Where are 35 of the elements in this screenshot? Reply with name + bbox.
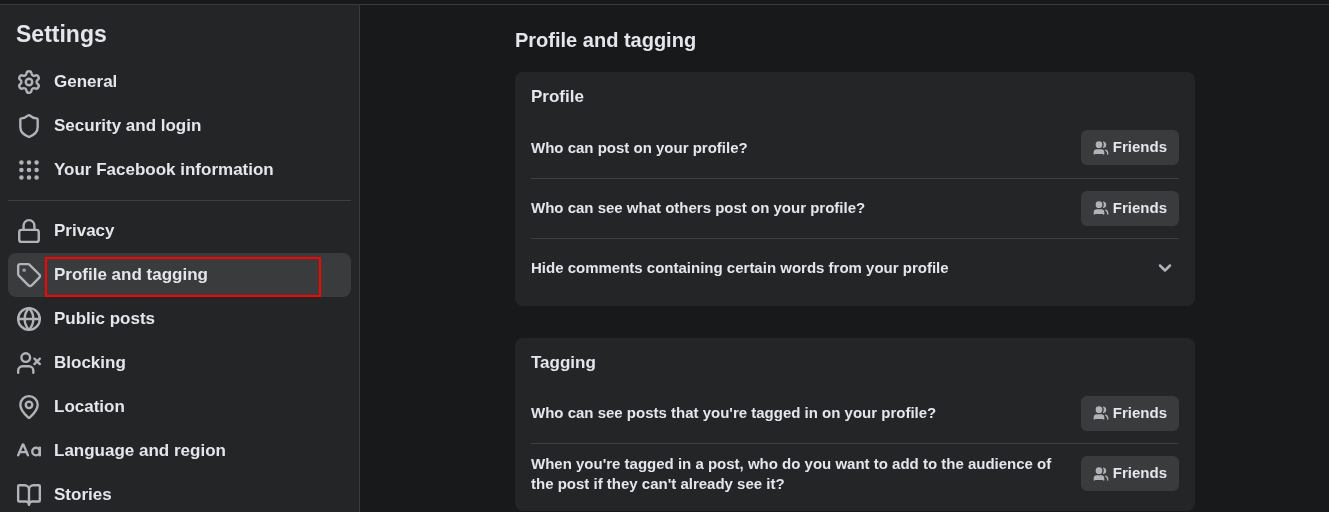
book-icon (16, 481, 42, 508)
setting-label: Who can post on your profile? (531, 137, 749, 158)
section-title: Tagging (531, 351, 596, 374)
sidebar-item[interactable]: Language and region (8, 428, 351, 473)
people-icon (1092, 465, 1109, 482)
people-icon (1092, 200, 1109, 216)
sidebar-item[interactable]: Your Facebook information (8, 147, 351, 192)
sidebar-item[interactable]: General (8, 59, 351, 104)
audience-button[interactable]: Friends (1080, 130, 1179, 165)
setting-label: Who can see what others post on your profile? (531, 198, 867, 218)
sidebar-title: Settings (15, 20, 108, 49)
setting-label: Who can see posts that you're tagged in on your profile? (531, 403, 938, 423)
lock-icon (16, 217, 42, 244)
shield-icon (16, 112, 42, 139)
sidebar-item[interactable]: Security and login (8, 103, 351, 148)
sidebar-item[interactable]: Public posts (8, 296, 351, 341)
settings-icon (16, 68, 42, 95)
setting-label: When you're tagged in a post, who do you want to add to the audience of the post if they can't already see it? (531, 453, 1053, 494)
tag-icon (16, 261, 42, 288)
section-title: Profile (531, 86, 584, 108)
sidebar-item[interactable]: Stories (8, 472, 351, 512)
sidebar-item[interactable]: Profile and tagging (8, 252, 351, 297)
people-icon (1092, 405, 1109, 421)
audience-button[interactable]: Friends (1080, 395, 1179, 431)
sidebar-item[interactable]: Privacy (8, 208, 351, 253)
map-pin-icon (16, 393, 42, 420)
globe-icon (16, 305, 42, 332)
person-icon (16, 349, 42, 376)
audience-button[interactable]: Friends (1080, 456, 1179, 491)
page-title: Profile and tagging (515, 28, 697, 53)
sidebar-item[interactable]: Blocking (8, 340, 351, 385)
people-icon (1092, 139, 1109, 156)
audience-button[interactable]: Friends (1080, 190, 1179, 226)
sidebar-item[interactable]: Location (8, 384, 351, 429)
setting-label: Hide comments containing certain words from your profile (531, 258, 950, 278)
